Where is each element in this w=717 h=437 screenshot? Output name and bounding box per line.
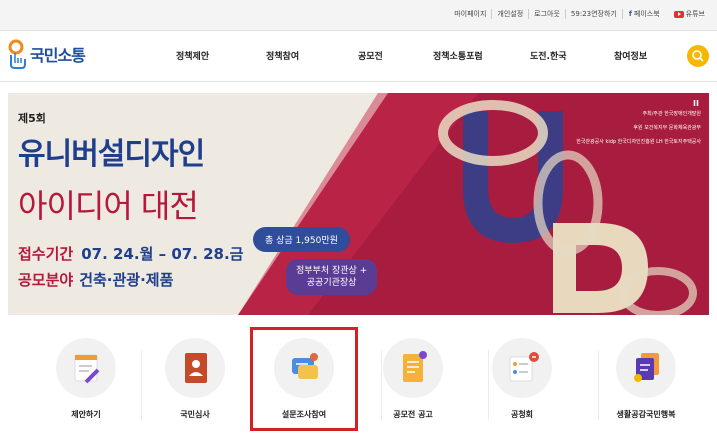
menu-challenge-korea[interactable]: 도전.한국 xyxy=(530,49,567,62)
pencil-doc-icon xyxy=(56,338,116,398)
sponsor-support-label: 후원 xyxy=(633,125,643,131)
highlight-box xyxy=(250,327,358,431)
youtube-label: 유튜브 xyxy=(685,10,705,18)
banner-field: 공모분야 건축·관광·제품 xyxy=(18,269,173,290)
quick-contest-notice-label: 공모전 공고 xyxy=(393,410,433,419)
quick-life-happiness[interactable]: 생활공감국민행복 xyxy=(596,338,696,420)
field-label: 공모분야 xyxy=(18,271,74,289)
session-extend-link[interactable]: 59:23연장하기 xyxy=(566,9,623,19)
divider xyxy=(141,350,142,420)
site-logo[interactable]: 국민소통 xyxy=(6,39,86,69)
sponsor-host-label: 주최/주관 xyxy=(642,111,663,117)
banner-period: 접수기간 07. 24.월 – 07. 28.금 xyxy=(18,243,243,264)
sponsor-org: kidp 한국디자인진흥원 xyxy=(605,139,655,145)
banner-title-line2: 아이디어 대전 xyxy=(18,187,199,225)
award-bubble: 정부부처 장관상 + 공공기관장상 xyxy=(286,259,378,295)
facebook-link[interactable]: f 페이스북 xyxy=(629,9,660,19)
main-header: 국민소통 정책제안 정책참여 공모전 정책소통포럼 도전.한국 참여정보 xyxy=(0,31,717,82)
menu-contest[interactable]: 공모전 xyxy=(358,49,383,62)
prize-bubble: 총 상금 1,950만원 xyxy=(253,227,350,252)
sponsor-org: 한국관광공사 xyxy=(576,139,604,145)
menu-policy-forum[interactable]: 정책소통포럼 xyxy=(433,49,483,62)
quick-review-label: 국민심사 xyxy=(180,410,210,419)
award-line2: 공공기관장상 xyxy=(306,278,357,288)
sponsor-host-org: 한국장애인개발원 xyxy=(664,111,701,117)
main-banner[interactable]: 제5회 유니버설디자인 아이디어 대전 접수기간 07. 24.월 – 07. 2… xyxy=(8,93,709,315)
sponsor-logos: 주최/주관 한국장애인개발원 후원 보건복지부 문화체육관광부 한국관광공사 k… xyxy=(551,101,701,149)
settings-link[interactable]: 개인설정 xyxy=(492,9,530,19)
menu-participation-info[interactable]: 참여정보 xyxy=(614,49,647,62)
stacked-docs-icon xyxy=(616,338,676,398)
search-icon xyxy=(692,50,704,62)
quick-review[interactable]: 국민심사 xyxy=(145,338,245,420)
logo-text: 국민소통 xyxy=(30,46,86,65)
youtube-link[interactable]: 유튜브 xyxy=(666,9,705,19)
field-value: 건축·관광·제품 xyxy=(79,271,174,289)
utility-links: 마이페이지 개인설정 로그아웃 59:23연장하기 f 페이스북 유튜브 xyxy=(449,9,705,19)
notice-doc-icon xyxy=(383,338,443,398)
quick-menu: 제안하기 국민심사 설문조사참여 공모전 공고 공청회 생활공감국민행복 xyxy=(0,330,717,437)
quick-life-happiness-label: 생활공감국민행복 xyxy=(616,410,676,419)
menu-policy-proposal[interactable]: 정책제안 xyxy=(176,49,209,62)
sponsor-org: 보건복지부 xyxy=(644,125,668,131)
quick-hearing-label: 공청회 xyxy=(510,410,534,419)
period-value: 07. 24.월 – 07. 28.금 xyxy=(81,245,244,263)
sponsor-org: LH 한국토지주택공사 xyxy=(656,139,701,145)
banner-round-text: 제5회 xyxy=(18,112,46,125)
quick-propose[interactable]: 제안하기 xyxy=(36,338,136,420)
utility-bar: 마이페이지 개인설정 로그아웃 59:23연장하기 f 페이스북 유튜브 xyxy=(0,0,717,31)
facebook-label: 페이스북 xyxy=(633,10,660,18)
sponsor-org: 문화체육관광부 xyxy=(668,125,701,131)
banner-title-line1: 유니버설디자인 xyxy=(18,137,205,172)
logout-link[interactable]: 로그아웃 xyxy=(529,9,566,19)
youtube-icon xyxy=(673,10,684,18)
facebook-icon: f xyxy=(628,10,632,18)
quick-contest-notice[interactable]: 공모전 공고 xyxy=(363,338,463,420)
logo-hand-icon xyxy=(6,39,32,69)
person-book-icon xyxy=(165,338,225,398)
search-button[interactable] xyxy=(687,45,709,67)
mypage-link[interactable]: 마이페이지 xyxy=(449,9,493,19)
menu-policy-participation[interactable]: 정책참여 xyxy=(266,49,299,62)
banner-pause-button[interactable]: II xyxy=(693,99,699,108)
banner-round: 제5회 xyxy=(18,107,46,126)
period-label: 접수기간 xyxy=(18,245,74,263)
quick-hearing[interactable]: 공청회 xyxy=(472,338,572,420)
checklist-icon xyxy=(492,338,552,398)
quick-propose-label: 제안하기 xyxy=(71,410,101,419)
award-line1: 정부부처 장관상 + xyxy=(296,266,368,276)
